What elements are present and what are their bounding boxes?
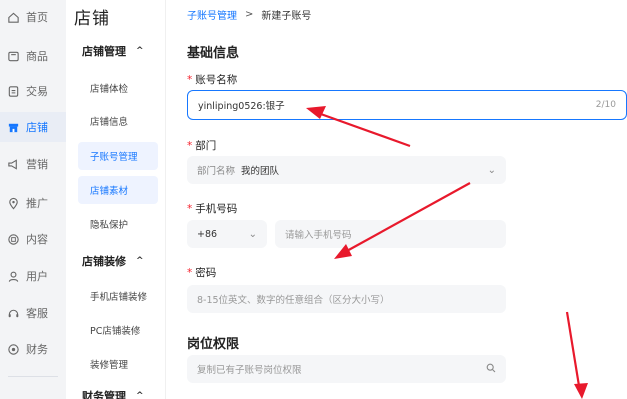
phone-input[interactable]: 请输入手机号码 (275, 220, 506, 248)
subnav-item-health-check[interactable]: 店铺体检 (78, 74, 158, 102)
main-nav: 首页 商品 交易 店铺 营销 推广 内容 用户 客服 财务 (0, 0, 66, 399)
country-code-select[interactable]: +86 ⌄ (187, 220, 267, 248)
subnav-item-store-info[interactable]: 店铺信息 (78, 107, 158, 135)
country-code-value: +86 (197, 228, 218, 240)
location-icon (6, 196, 20, 210)
nav-item-label: 客服 (26, 307, 48, 320)
breadcrumb: 子账号管理 > 新建子账号 (187, 7, 311, 22)
password-placeholder: 8-15位英文、数字的任意组合（区分大小写） (197, 295, 390, 306)
required-mark: * (187, 267, 193, 279)
phone-label: * 手机号码 (187, 203, 238, 215)
content-icon (6, 232, 20, 246)
section-title-basic: 基础信息 (187, 46, 240, 61)
permission-copy-search[interactable]: 复制已有子账号岗位权限 (187, 355, 506, 383)
headset-icon (6, 306, 20, 320)
store-icon (6, 120, 20, 134)
subnav-group-finance[interactable]: 财务管理 ^ (82, 388, 144, 399)
subnav-item-pc-decoration[interactable]: PC店铺装修 (78, 316, 158, 344)
subnav-item-sub-accounts[interactable]: 子账号管理 (78, 142, 158, 170)
subnav-title: 店铺 (74, 9, 110, 29)
chevron-down-icon: ⌄ (248, 228, 257, 240)
nav-item-label: 营销 (26, 158, 48, 171)
nav-item-label: 交易 (26, 85, 48, 98)
account-name-value: yinliping0526:银子 (198, 101, 285, 112)
permission-search-placeholder: 复制已有子账号岗位权限 (197, 365, 302, 376)
nav-divider (8, 376, 58, 377)
subnav-item-decoration-management[interactable]: 装修管理 (78, 350, 158, 378)
required-mark: * (187, 74, 193, 86)
user-icon (6, 269, 20, 283)
chevron-up-icon: ^ (136, 46, 144, 56)
search-icon (486, 363, 496, 376)
department-select[interactable]: 部门名称 我的团队 ⌄ (187, 156, 506, 184)
department-label: * 部门 (187, 140, 217, 152)
account-name-input[interactable]: yinliping0526:银子 2/10 (187, 90, 627, 120)
home-icon (6, 10, 20, 24)
nav-item-label: 推广 (26, 197, 48, 210)
nav-item-user[interactable]: 用户 (0, 263, 66, 289)
chevron-down-icon: ⌄ (487, 164, 496, 176)
nav-item-label: 店铺 (26, 121, 48, 134)
nav-item-label: 内容 (26, 233, 48, 246)
subnav-group-store-decoration[interactable]: 店铺装修 ^ (82, 253, 144, 269)
department-value: 我的团队 (241, 166, 280, 177)
nav-item-label: 财务 (26, 343, 48, 356)
chevron-up-icon: ^ (136, 391, 144, 399)
subnav-group-label: 店铺管理 (82, 45, 126, 58)
order-icon (6, 84, 20, 98)
nav-item-home[interactable]: 首页 (0, 4, 66, 30)
nav-item-order[interactable]: 交易 (0, 78, 66, 104)
subnav-item-mobile-decoration[interactable]: 手机店铺装修 (78, 282, 158, 310)
account-name-label: * 账号名称 (187, 74, 238, 86)
department-prefix: 部门名称 (197, 166, 236, 177)
phone-placeholder: 请输入手机号码 (285, 230, 352, 241)
nav-item-service[interactable]: 客服 (0, 300, 66, 326)
nav-item-product[interactable]: 商品 (0, 43, 66, 69)
nav-item-promotion[interactable]: 推广 (0, 190, 66, 216)
nav-item-store[interactable]: 店铺 (0, 114, 66, 140)
subnav-group-label: 财务管理 (82, 390, 126, 399)
char-counter: 2/10 (595, 100, 616, 110)
password-input[interactable]: 8-15位英文、数字的任意组合（区分大小写） (187, 285, 506, 313)
required-mark: * (187, 140, 193, 152)
subnav-group-store-management[interactable]: 店铺管理 ^ (82, 43, 144, 59)
nav-item-label: 用户 (26, 270, 48, 283)
nav-item-marketing[interactable]: 营销 (0, 151, 66, 177)
finance-icon (6, 342, 20, 356)
megaphone-icon (6, 157, 20, 171)
subnav-item-privacy[interactable]: 隐私保护 (78, 210, 158, 238)
breadcrumb-separator: > (245, 9, 254, 20)
breadcrumb-current: 新建子账号 (261, 11, 312, 22)
annotation-arrow (565, 311, 588, 399)
subnav-item-store-materials[interactable]: 店铺素材 (78, 176, 158, 204)
chevron-up-icon: ^ (136, 256, 144, 266)
password-label: * 密码 (187, 267, 217, 279)
section-title-permissions: 岗位权限 (187, 337, 240, 352)
subnav-group-label: 店铺装修 (82, 255, 126, 268)
product-icon (6, 49, 20, 63)
nav-item-content[interactable]: 内容 (0, 226, 66, 252)
required-mark: * (187, 203, 193, 215)
breadcrumb-parent-link[interactable]: 子账号管理 (187, 7, 237, 22)
nav-item-label: 商品 (26, 50, 48, 63)
nav-item-label: 首页 (26, 11, 48, 24)
nav-item-finance[interactable]: 财务 (0, 336, 66, 362)
